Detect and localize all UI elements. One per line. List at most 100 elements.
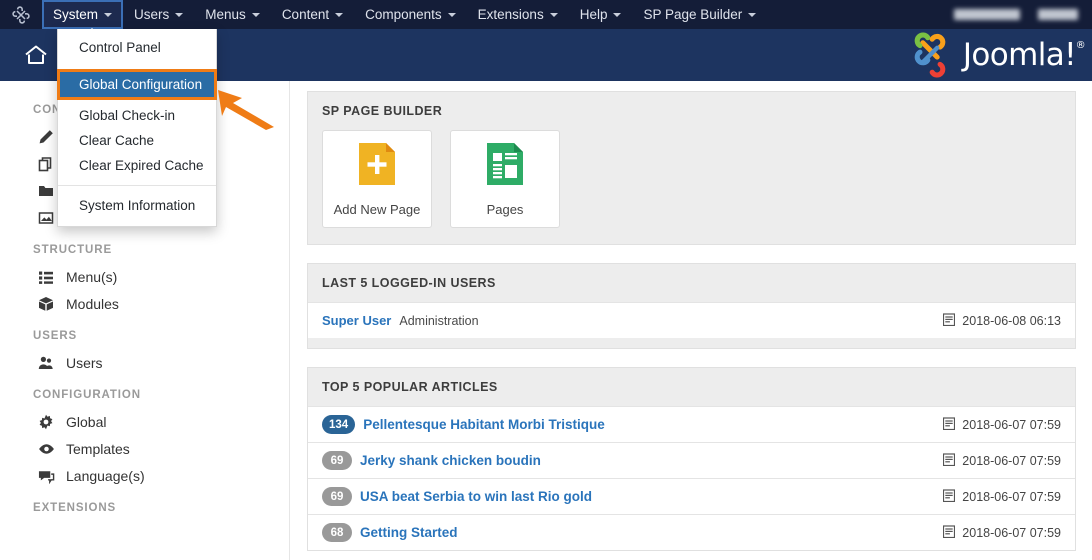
main-content: SP PAGE BUILDER Add New Page [291,81,1092,560]
article-cell: 69 Jerky shank chicken boudin [322,451,943,470]
sidebar-item-global[interactable]: Global [0,408,289,435]
chevron-down-icon [175,13,183,17]
menu-item-extensions[interactable]: Extensions [467,0,569,29]
sidebar-item-menus-label: Menu(s) [62,269,117,285]
joomla-logo: Joomla! ® [906,32,1076,78]
menu-item-menus[interactable]: Menus [194,0,271,29]
dropdown-item-clear-cache[interactable]: Clear Cache [58,128,216,153]
menu-item-system[interactable]: System [42,0,123,29]
menu-item-components[interactable]: Components [354,0,467,29]
logged-in-date: 2018-06-08 06:13 [962,314,1061,328]
menu-item-sp-page-builder-label: SP Page Builder [643,7,742,22]
gear-icon [38,414,62,430]
table-row[interactable]: 134 Pellentesque Habitant Morbi Tristiqu… [308,406,1075,442]
article-cell: 69 USA beat Serbia to win last Rio gold [322,487,943,506]
sidebar-item-menus[interactable]: Menu(s) [0,263,289,290]
menu-item-users-label: Users [134,7,169,22]
article-date: 2018-06-07 07:59 [962,490,1061,504]
dropdown-item-global-check-in[interactable]: Global Check-in [58,103,216,128]
tile-pages-label: Pages [487,202,524,217]
panel-popular-articles-title: TOP 5 POPULAR ARTICLES [308,368,1075,406]
calendar-icon [943,313,955,329]
sidebar-section-users: USERS [0,317,289,349]
panel-last-logged-in-users: LAST 5 LOGGED-IN USERS Super User Admini… [307,263,1076,349]
article-link[interactable]: USA beat Serbia to win last Rio gold [360,489,592,504]
sidebar-item-templates[interactable]: Templates [0,435,289,462]
article-link[interactable]: Jerky shank chicken boudin [360,453,541,468]
table-row[interactable]: 69 Jerky shank chicken boudin 2018-06-07… [308,442,1075,478]
menu-item-users[interactable]: Users [123,0,194,29]
status-badge: 69 [322,451,352,470]
cube-icon [38,296,62,312]
chevron-down-icon [335,13,343,17]
sidebar-item-modules-label: Modules [62,296,119,312]
calendar-icon [943,453,955,469]
table-row[interactable]: 68 Getting Started 2018-06-07 07:59 [308,514,1075,550]
user-link[interactable]: Super User [322,313,391,328]
article-link[interactable]: Pellentesque Habitant Morbi Tristique [363,417,605,432]
status-badge: 69 [322,487,352,506]
status-badge: 134 [322,415,355,434]
tile-add-new-page-label: Add New Page [334,202,421,217]
new-page-plus-icon [357,142,397,191]
article-date-cell: 2018-06-07 07:59 [943,453,1061,469]
menu-item-help[interactable]: Help [569,0,633,29]
dropdown-gap [58,60,216,66]
menu-item-system-label: System [53,7,98,22]
article-cell: 68 Getting Started [322,523,943,542]
table-row[interactable]: 69 USA beat Serbia to win last Rio gold … [308,478,1075,514]
tile-add-new-page[interactable]: Add New Page [322,130,432,228]
redacted-label-2 [1038,9,1078,20]
panel-sp-page-builder: SP PAGE BUILDER Add New Page [307,91,1076,245]
dropdown-item-system-information[interactable]: System Information [58,193,216,218]
panel-popular-articles: TOP 5 POPULAR ARTICLES 134 Pellentesque … [307,367,1076,551]
menu-item-content-label: Content [282,7,329,22]
eye-icon [38,441,62,457]
sidebar-item-users[interactable]: Users [0,349,289,376]
article-link[interactable]: Getting Started [360,525,458,540]
panel-sp-page-builder-title: SP PAGE BUILDER [308,92,1075,130]
article-date-cell: 2018-06-07 07:59 [943,525,1061,541]
dropdown-item-control-panel[interactable]: Control Panel [58,35,216,60]
dropdown-divider [58,185,216,186]
chevron-down-icon [252,13,260,17]
top-menu-bar: System Users Menus Content Components Ex… [0,0,1092,29]
sidebar-section-structure: STRUCTURE [0,231,289,263]
logged-in-date-cell: 2018-06-08 06:13 [943,313,1061,329]
dropdown-item-global-configuration[interactable]: Global Configuration [60,72,214,97]
status-badge: 68 [322,523,352,542]
sidebar-section-configuration: CONFIGURATION [0,376,289,408]
pages-document-icon [485,142,525,191]
calendar-icon [943,417,955,433]
article-date-cell: 2018-06-07 07:59 [943,489,1061,505]
chevron-down-icon [550,13,558,17]
chevron-down-icon [104,13,112,17]
dropdown-notch [84,28,100,36]
users-icon [38,355,62,371]
dropdown-item-clear-expired-cache[interactable]: Clear Expired Cache [58,153,216,178]
menu-item-help-label: Help [580,7,608,22]
chevron-down-icon [448,13,456,17]
sidebar-item-modules[interactable]: Modules [0,290,289,317]
calendar-icon [943,489,955,505]
speech-bubble-icon [38,468,62,484]
menu-item-sp-page-builder[interactable]: SP Page Builder [632,0,767,29]
joomla-mark-icon[interactable] [0,0,42,29]
list-icon [38,269,62,285]
panel-last-logged-in-title: LAST 5 LOGGED-IN USERS [308,264,1075,302]
article-date: 2018-06-07 07:59 [962,454,1061,468]
menu-item-components-label: Components [365,7,442,22]
panel-footer [308,338,1075,348]
sidebar-section-extensions: EXTENSIONS [0,489,289,521]
sidebar-item-languages[interactable]: Language(s) [0,462,289,489]
sp-page-builder-tiles: Add New Page [308,130,1075,244]
menu-item-content[interactable]: Content [271,0,354,29]
sidebar-item-languages-label: Language(s) [62,468,145,484]
chevron-down-icon [748,13,756,17]
article-date: 2018-06-07 07:59 [962,418,1061,432]
table-row[interactable]: Super User Administration 2018-06-08 06:… [308,302,1075,338]
sidebar-item-global-label: Global [62,414,106,430]
logged-in-user-cell: Super User Administration [322,313,943,328]
article-date-cell: 2018-06-07 07:59 [943,417,1061,433]
tile-pages[interactable]: Pages [450,130,560,228]
